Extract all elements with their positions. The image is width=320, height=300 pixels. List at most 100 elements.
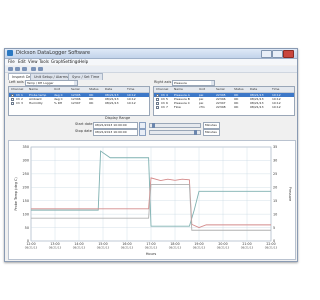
y2-tick-label: 20 [273, 185, 277, 189]
graph-panel: 350 300 250 200 150 100 50 0 35 30 25 20 15 10 5 0 12:00… [8, 140, 296, 260]
menu-file[interactable]: File [8, 59, 15, 65]
print-icon[interactable] [22, 67, 27, 71]
column-header: Time [127, 87, 135, 91]
zoom-icon[interactable] [38, 67, 43, 71]
start-date-label: Start date [75, 122, 93, 126]
column-header: Serial [216, 87, 225, 91]
start-spin[interactable]: Minutes [203, 122, 220, 129]
cell-serial: 22348 [216, 105, 226, 109]
stop-slider[interactable] [149, 130, 201, 135]
y-tick-label: 50 [25, 226, 29, 230]
x-tick-sublabel: 08/21/13 [145, 246, 158, 250]
menu-graph[interactable]: Graph [51, 59, 63, 65]
tab-sync-time[interactable]: Sync / Set Time [68, 73, 104, 80]
cell-name: Flow [174, 105, 181, 109]
x-tick-sublabel: 08/21/13 [169, 246, 182, 250]
column-header: Channel [156, 87, 169, 91]
cell-time: 10:12 [127, 101, 136, 105]
menu-tools[interactable]: Tools [39, 59, 49, 65]
app-logo-icon [7, 50, 13, 56]
cell-name: Humidity [29, 101, 43, 105]
x-tick-sublabel: 08/21/13 [25, 246, 38, 250]
column-header: Unit [199, 87, 206, 91]
column-header: Name [174, 87, 183, 91]
column-header: Status [89, 87, 99, 91]
open-icon[interactable] [8, 67, 13, 71]
slider-thumb[interactable] [152, 123, 155, 128]
maximize-icon[interactable] [272, 50, 283, 58]
x-axis-label: Hours [146, 252, 157, 256]
x-tick-sublabel: 08/21/13 [73, 246, 86, 250]
cell-unit: % RH [54, 101, 63, 105]
y2-tick-label: 15 [273, 199, 277, 203]
left-axis-select-value: Temp / RH Logger [27, 81, 54, 85]
menu-bar: File Edit View Tools Graph Settings Help [5, 59, 297, 65]
column-header: Date [105, 87, 113, 91]
app-window: Dickson DataLogger Software File Edit Vi… [4, 48, 298, 262]
y2-tick-label: 5 [273, 226, 275, 230]
right-channel-table: Channel Name Unit Serial Status Date Tim… [153, 86, 295, 116]
save-icon[interactable] [15, 67, 20, 71]
cell-serial: 12347 [71, 101, 81, 105]
column-header: Date [250, 87, 258, 91]
row-checkbox[interactable] [11, 101, 14, 105]
y2-tick-label: 25 [273, 172, 277, 176]
cell-time: 10:12 [272, 105, 281, 109]
y2-tick-label: 30 [273, 159, 277, 163]
x-tick-sublabel: 08/21/13 [241, 246, 254, 250]
x-tick-sublabel: 08/21/13 [121, 246, 134, 250]
y2-tick-label: 10 [273, 212, 277, 216]
y-tick-label: 350 [23, 145, 29, 149]
download-icon[interactable] [31, 67, 36, 71]
y-tick-label: 150 [23, 199, 29, 203]
x-tick-sublabel: 08/21/13 [49, 246, 62, 250]
slider-thumb[interactable] [194, 130, 197, 135]
table-row[interactable]: Ch 3 Humidity % RH 12347 OK 08/21/13 10:… [9, 101, 149, 105]
right-axis-label: Right axis [154, 80, 172, 84]
stop-date-label: Stop date [75, 129, 92, 133]
chevron-down-icon [211, 81, 214, 85]
menu-edit[interactable]: Edit [18, 59, 26, 65]
row-checkbox[interactable] [156, 105, 159, 109]
stop-spin[interactable]: Minutes [203, 129, 220, 136]
column-header: Serial [71, 87, 80, 91]
x-tick-sublabel: 08/21/13 [97, 246, 110, 250]
y-tick-label: 300 [23, 159, 29, 163]
menu-settings[interactable]: Settings [63, 59, 79, 65]
y-tick-label: 250 [23, 172, 29, 176]
cell-channel: Ch 3 [16, 101, 23, 105]
stop-date-input[interactable]: 08/21/2013 16:00:00 [93, 129, 138, 136]
right-axis-select-value: Pressure [174, 81, 187, 85]
calendar-icon[interactable] [139, 122, 146, 129]
cell-date: 08/21/13 [250, 105, 264, 109]
column-header: Status [234, 87, 244, 91]
close-icon[interactable] [283, 50, 294, 58]
cell-status: OK [234, 105, 239, 109]
column-header: Channel [11, 87, 24, 91]
column-header: Time [272, 87, 280, 91]
cell-date: 08/21/13 [105, 101, 119, 105]
title-bar: Dickson DataLogger Software [5, 49, 297, 59]
left-channel-table: Channel Name Unit Serial Status Date Tim… [8, 86, 150, 116]
chevron-down-icon [74, 81, 77, 85]
y-tick-label: 100 [23, 212, 29, 216]
menu-help[interactable]: Help [79, 59, 88, 65]
column-header: Name [29, 87, 38, 91]
column-header: Unit [54, 87, 61, 91]
start-slider[interactable] [149, 123, 201, 128]
display-range-title: Display Range [105, 116, 131, 120]
start-date-input[interactable]: 08/21/2013 10:00:00 [93, 122, 138, 129]
y-axis-label: Probe Temp (deg C) [14, 177, 18, 211]
window-title: Dickson DataLogger Software [16, 50, 91, 56]
x-tick-sublabel: 08/21/13 [193, 246, 206, 250]
left-axis-label: Left axis [9, 80, 24, 84]
table-row[interactable]: Ch 7 Flow cfm 22348 OK 08/21/13 10:12 [154, 105, 294, 109]
menu-view[interactable]: View [28, 59, 38, 65]
calendar-icon[interactable] [139, 129, 146, 136]
y2-axis-label: Pressure [288, 187, 292, 201]
x-tick-sublabel: 08/21/13 [217, 246, 230, 250]
cell-channel: Ch 7 [161, 105, 168, 109]
minimize-icon[interactable] [261, 50, 272, 58]
y2-tick-label: 35 [273, 145, 277, 149]
tab-unit-setup[interactable]: Unit Setup / Alarms [30, 73, 72, 80]
